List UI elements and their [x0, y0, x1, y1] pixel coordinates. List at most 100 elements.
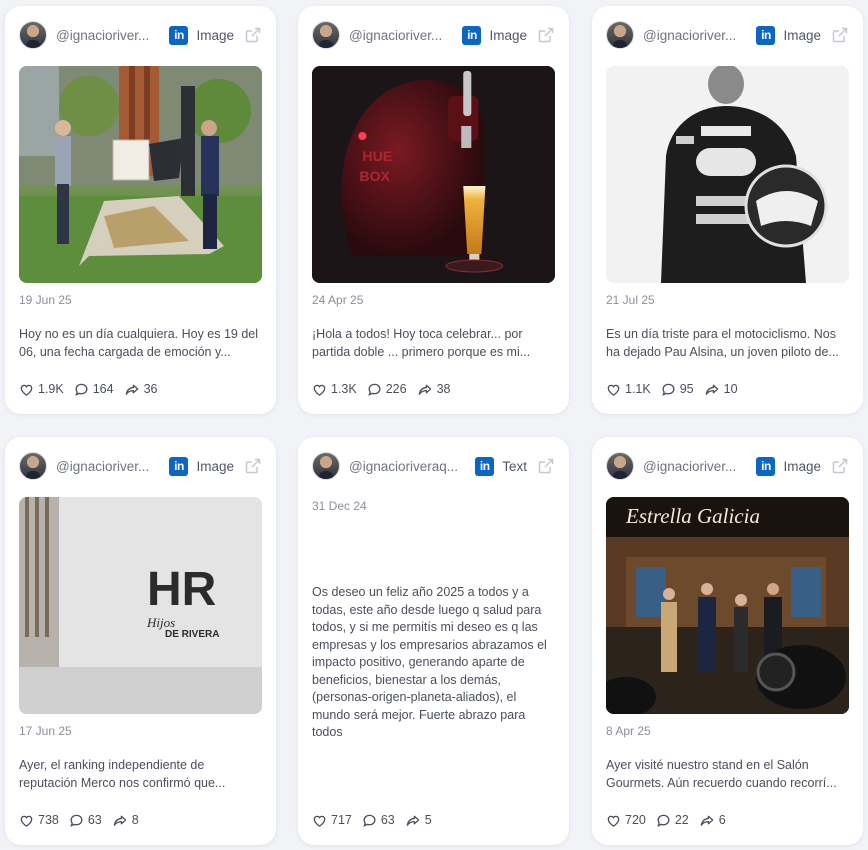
- post-card[interactable]: @ignacioriveraq... in Text 31 Dec 24 Os …: [298, 437, 569, 845]
- shares-stat[interactable]: 38: [417, 382, 451, 397]
- post-card[interactable]: @ignacioriver... in Image HUE BOX 24 Apr…: [298, 6, 569, 414]
- comments-count: 95: [679, 382, 694, 396]
- external-link-icon[interactable]: [244, 457, 262, 475]
- author-handle[interactable]: @ignacioriveraq...: [349, 459, 465, 474]
- likes-stat[interactable]: 1.3K: [312, 382, 357, 397]
- post-card[interactable]: @ignacioriver... in Image HR Hijos DE RI…: [5, 437, 276, 845]
- post-header: @ignacioriver... in Image: [19, 20, 262, 50]
- post-card[interactable]: @ignacioriver... in Image 21 Jul 25 Es u…: [592, 6, 863, 414]
- likes-count: 1.9K: [38, 382, 64, 396]
- shares-count: 6: [718, 813, 726, 827]
- heart-icon: [20, 815, 33, 827]
- share-icon: [113, 815, 127, 826]
- author-handle[interactable]: @ignacioriver...: [56, 459, 159, 474]
- post-type-label: Text: [502, 458, 527, 474]
- comments-count: 63: [380, 813, 395, 827]
- shares-stat[interactable]: 5: [405, 813, 432, 828]
- share-icon: [125, 384, 138, 395]
- comments-stat[interactable]: 226: [367, 382, 407, 397]
- external-link-icon[interactable]: [244, 26, 262, 44]
- post-header: @ignacioriver... in Image: [19, 451, 262, 481]
- post-header: @ignacioriveraq... in Text: [312, 451, 555, 481]
- avatar[interactable]: [606, 21, 634, 49]
- avatar[interactable]: [606, 452, 634, 480]
- likes-stat[interactable]: 720: [606, 813, 646, 828]
- shares-stat[interactable]: 8: [112, 813, 139, 828]
- post-header: @ignacioriver... in Image: [606, 451, 849, 481]
- comment-icon: [363, 814, 376, 827]
- post-image[interactable]: Estrella Galicia: [606, 497, 849, 714]
- post-stats: 738 63 8: [19, 811, 262, 829]
- logo-mark: HR: [147, 563, 216, 616]
- post-text: Os deseo un feliz año 2025 a todos y a t…: [312, 585, 547, 739]
- post-excerpt: Es un día triste para el motociclismo. N…: [606, 327, 839, 359]
- comments-count: 226: [385, 382, 407, 396]
- comment-icon: [74, 383, 88, 396]
- heart-icon: [313, 384, 326, 396]
- linkedin-icon: in: [756, 456, 776, 476]
- share-icon: [406, 815, 420, 826]
- post-date: 21 Jul 25: [606, 293, 655, 307]
- heart-icon: [20, 384, 33, 396]
- author-handle[interactable]: @ignacioriver...: [349, 28, 452, 43]
- likes-stat[interactable]: 738: [19, 813, 59, 828]
- share-icon: [705, 384, 718, 395]
- shares-stat[interactable]: 10: [704, 382, 738, 397]
- post-stats: 1.9K 164 36: [19, 380, 262, 398]
- likes-stat[interactable]: 717: [312, 813, 352, 828]
- stand-sign-text: Estrella Galicia: [625, 504, 760, 528]
- shares-stat[interactable]: 36: [124, 382, 158, 397]
- shares-stat[interactable]: 6: [699, 813, 726, 828]
- post-header: @ignacioriver... in Image: [312, 20, 555, 50]
- linkedin-icon: in: [756, 25, 776, 45]
- author-handle[interactable]: @ignacioriver...: [56, 28, 159, 43]
- avatar[interactable]: [312, 452, 340, 480]
- comments-stat[interactable]: 63: [69, 813, 102, 828]
- likes-count: 1.3K: [331, 382, 357, 396]
- post-image[interactable]: [19, 66, 262, 283]
- external-link-icon[interactable]: [831, 26, 849, 44]
- post-card[interactable]: @ignacioriver... in Image Estrella Galic…: [592, 437, 863, 845]
- likes-stat[interactable]: 1.1K: [606, 382, 651, 397]
- external-link-icon[interactable]: [537, 457, 555, 475]
- external-link-icon[interactable]: [831, 457, 849, 475]
- heart-icon: [607, 384, 620, 396]
- heart-icon: [607, 815, 620, 827]
- comment-icon: [661, 383, 675, 396]
- author-handle[interactable]: @ignacioriver...: [643, 459, 746, 474]
- post-card[interactable]: @ignacioriver... in Image 19 Jun 25 Hoy …: [5, 6, 276, 414]
- external-link-icon[interactable]: [537, 26, 555, 44]
- logo-line-2: DE RIVERA: [165, 629, 219, 640]
- post-image[interactable]: HR Hijos DE RIVERA: [19, 497, 262, 714]
- post-header: @ignacioriver... in Image: [606, 20, 849, 50]
- shares-count: 36: [143, 382, 158, 396]
- logo-line-1: Hijos: [146, 615, 175, 630]
- post-type-label: Image: [783, 27, 821, 43]
- post-excerpt: Ayer visité nuestro stand en el Salón Go…: [606, 758, 837, 790]
- unveiling-photo: [19, 66, 262, 283]
- comments-stat[interactable]: 164: [74, 382, 114, 397]
- post-image[interactable]: [606, 66, 849, 283]
- comments-stat[interactable]: 63: [362, 813, 395, 828]
- shares-count: 38: [436, 382, 451, 396]
- shares-count: 5: [424, 813, 432, 827]
- comment-icon: [657, 814, 670, 827]
- avatar[interactable]: [312, 21, 340, 49]
- likes-count: 720: [625, 813, 646, 827]
- comment-icon: [70, 814, 83, 827]
- post-stats: 717 63 5: [312, 811, 555, 829]
- avatar[interactable]: [19, 21, 47, 49]
- author-handle[interactable]: @ignacioriver...: [643, 28, 746, 43]
- avatar[interactable]: [19, 452, 47, 480]
- post-image[interactable]: HUE BOX: [312, 66, 555, 283]
- post-stats: 1.3K 226 38: [312, 380, 555, 398]
- likes-count: 738: [38, 813, 59, 827]
- post-type-label: Image: [196, 458, 234, 474]
- comments-stat[interactable]: 95: [661, 382, 694, 397]
- likes-stat[interactable]: 1.9K: [19, 382, 64, 397]
- share-icon: [700, 815, 714, 826]
- salon-gourmets-stand-photo: Estrella Galicia: [606, 497, 849, 714]
- post-excerpt: ¡Hola a todos! Hoy toca celebrar... por …: [312, 327, 531, 359]
- comments-stat[interactable]: 22: [656, 813, 689, 828]
- beer-tap-photo: HUE BOX: [312, 66, 555, 283]
